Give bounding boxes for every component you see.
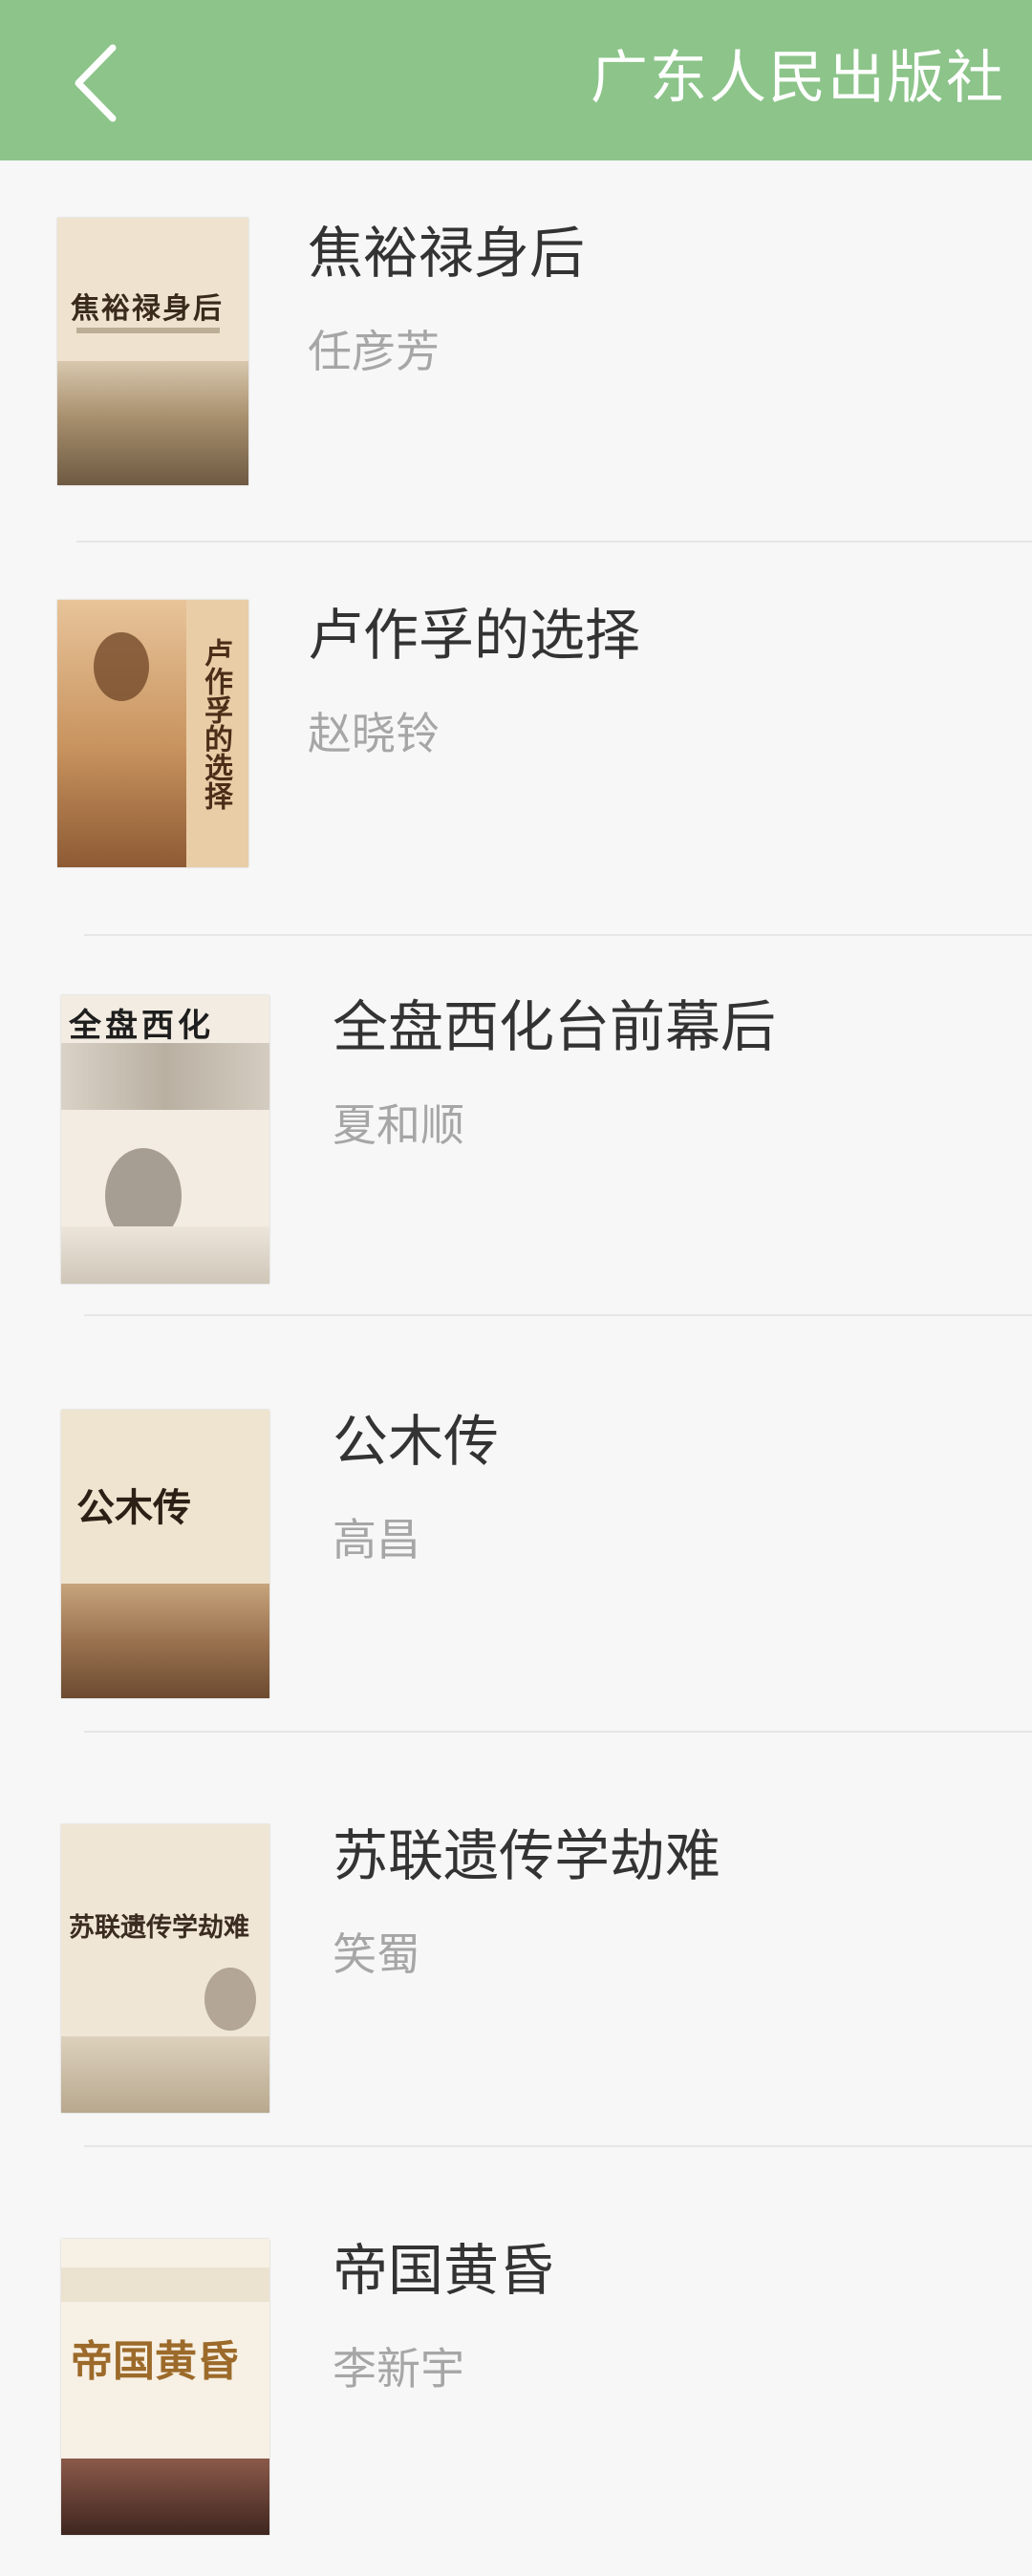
list-item[interactable]: 焦裕禄身后 焦裕禄身后 任彦芳 bbox=[0, 160, 1032, 557]
list-item[interactable]: 苏联遗传学劫难 苏联遗传学劫难 笑蜀 bbox=[0, 1765, 1032, 2161]
divider bbox=[84, 2145, 1032, 2147]
cover-photo bbox=[61, 2459, 269, 2535]
cover-title-text: 卢作孚的选择 bbox=[199, 638, 232, 810]
cover-title-text: 苏联遗传学劫难 bbox=[69, 1913, 249, 1943]
book-cover: 焦裕禄身后 bbox=[57, 218, 248, 485]
portrait-head bbox=[94, 632, 149, 701]
list-item[interactable]: 全盘西化 全盘西化台前幕后 夏和顺 bbox=[0, 936, 1032, 1332]
book-title: 焦裕禄身后 bbox=[308, 221, 586, 286]
cover-title-text: 焦裕禄身后 bbox=[71, 292, 224, 326]
book-cover: 公木传 bbox=[61, 1410, 269, 1698]
book-author: 高昌 bbox=[333, 1514, 420, 1565]
cover-stripe bbox=[61, 2267, 269, 2302]
book-author: 任彦芳 bbox=[308, 326, 440, 377]
cover-photo bbox=[61, 2036, 269, 2113]
book-title: 帝国黄昏 bbox=[333, 2238, 555, 2303]
book-title: 公木传 bbox=[333, 1409, 500, 1474]
book-title: 卢作孚的选择 bbox=[308, 603, 641, 668]
list-item[interactable]: 卢作孚的选择 卢作孚的选择 赵晓铃 bbox=[0, 543, 1032, 939]
app-header: 广东人民出版社 bbox=[0, 0, 1032, 160]
divider bbox=[84, 1314, 1032, 1316]
book-author: 李新宇 bbox=[333, 2343, 464, 2395]
book-cover: 苏联遗传学劫难 bbox=[61, 1824, 269, 2113]
book-author: 夏和顺 bbox=[333, 1099, 464, 1151]
book-author: 赵晓铃 bbox=[308, 708, 440, 759]
chevron-left-icon bbox=[75, 44, 117, 122]
book-cover: 帝国黄昏 bbox=[61, 2239, 269, 2535]
portrait-head bbox=[204, 1968, 256, 2031]
cover-band bbox=[61, 1043, 269, 1110]
back-button[interactable] bbox=[67, 31, 172, 136]
page-title: 广东人民出版社 bbox=[591, 45, 1005, 112]
cover-title-text: 帝国黄昏 bbox=[71, 2337, 239, 2386]
book-cover: 全盘西化 bbox=[61, 995, 269, 1284]
cover-photo bbox=[61, 1584, 269, 1698]
cover-photo bbox=[61, 1226, 269, 1284]
book-title: 全盘西化台前幕后 bbox=[333, 994, 777, 1059]
cover-title-text: 全盘西化 bbox=[69, 1007, 214, 1045]
book-cover: 卢作孚的选择 bbox=[57, 600, 248, 867]
cover-title-text: 公木传 bbox=[76, 1485, 191, 1530]
book-author: 笑蜀 bbox=[333, 1928, 420, 1980]
list-item[interactable]: 帝国黄昏 帝国黄昏 李新宇 bbox=[0, 2180, 1032, 2576]
cover-photo bbox=[57, 361, 248, 485]
list-item[interactable]: 公木传 公木传 高昌 bbox=[0, 1351, 1032, 1747]
divider bbox=[84, 1731, 1032, 1733]
cover-subtitle-line bbox=[76, 328, 220, 333]
book-title: 苏联遗传学劫难 bbox=[333, 1823, 721, 1888]
